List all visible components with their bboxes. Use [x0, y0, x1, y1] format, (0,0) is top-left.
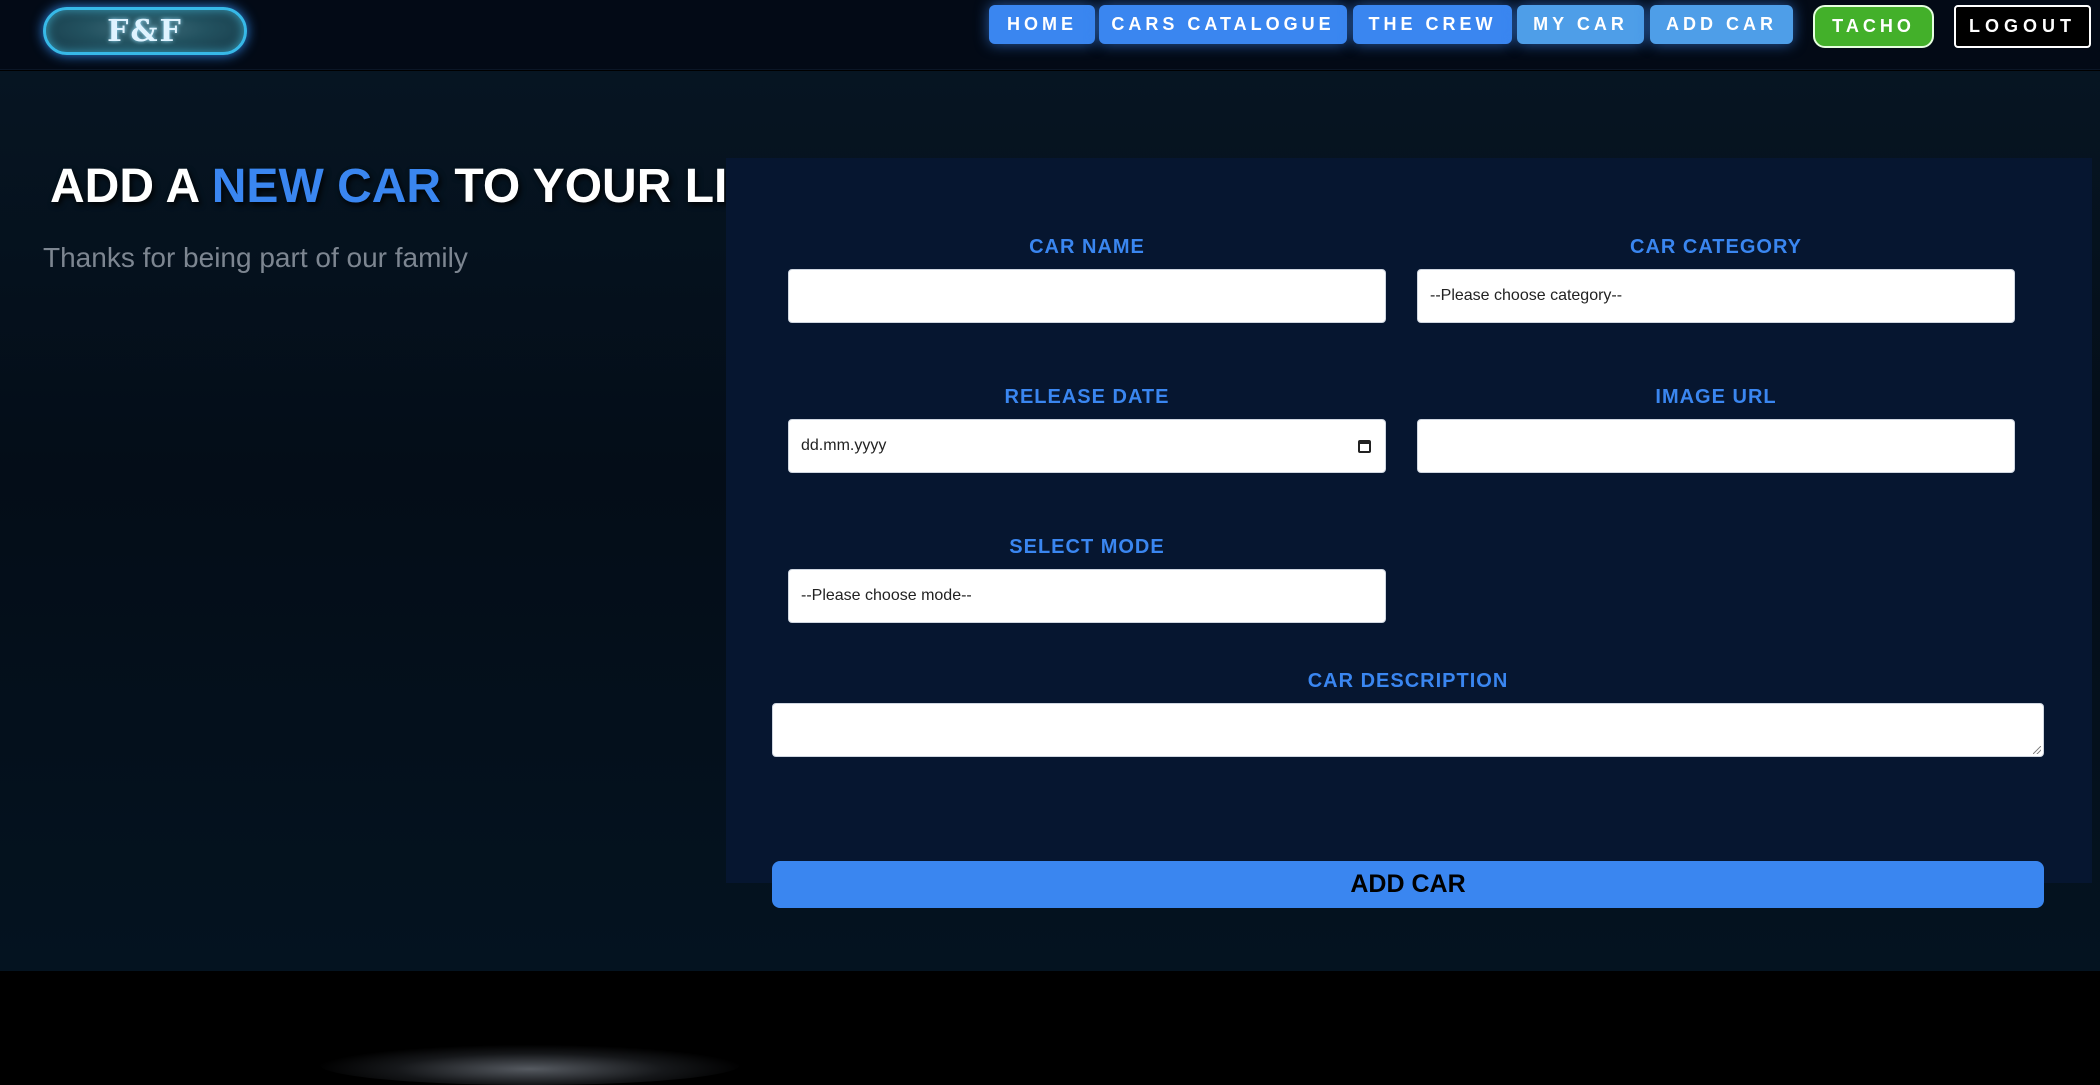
- tacho-button[interactable]: TACHO: [1813, 5, 1934, 48]
- add-car-submit-button[interactable]: ADD CAR: [772, 861, 2044, 908]
- release-date-placeholder: dd.mm.yyyy: [801, 437, 887, 454]
- car-category-selected-value: --Please choose category--: [1430, 287, 1623, 304]
- select-mode-select[interactable]: --Please choose mode--: [788, 569, 1386, 623]
- release-date-label: RELEASE DATE: [1004, 386, 1170, 408]
- car-category-select[interactable]: --Please choose category--: [1417, 269, 2015, 323]
- car-description-textarea[interactable]: [772, 703, 2044, 757]
- car-description-label: CAR DESCRIPTION: [1307, 670, 1509, 692]
- page-title-part1: ADD A: [50, 160, 212, 213]
- image-url-input[interactable]: [1417, 419, 2015, 473]
- release-date-input[interactable]: dd.mm.yyyy: [788, 419, 1386, 473]
- logo-text: F&F: [107, 13, 183, 49]
- select-mode-selected-value: --Please choose mode--: [801, 587, 972, 604]
- nav-my-car-button[interactable]: MY CAR: [1517, 5, 1644, 44]
- car-category-label: CAR CATEGORY: [1630, 236, 1802, 258]
- nav-add-car-button[interactable]: ADD CAR: [1650, 5, 1793, 44]
- nav-cars-catalogue-button[interactable]: CARS CATALOGUE: [1099, 5, 1347, 44]
- add-car-form: CAR NAME CAR CATEGORY --Please choose ca…: [726, 158, 2092, 883]
- image-url-label: IMAGE URL: [1655, 386, 1777, 408]
- select-mode-label: SELECT MODE: [1009, 536, 1165, 558]
- page-subtitle: Thanks for being part of our family: [43, 242, 468, 273]
- logout-button[interactable]: LOGOUT: [1954, 5, 2091, 48]
- footer-glow: [320, 1045, 740, 1085]
- page-title-accent: NEW CAR: [211, 160, 442, 213]
- nav-the-crew-button[interactable]: THE CREW: [1353, 5, 1512, 44]
- logo[interactable]: F&F: [43, 7, 247, 55]
- footer: [0, 971, 2100, 1085]
- main-section: ADD A NEW CAR TO YOUR LIST Thanks for be…: [0, 71, 2100, 971]
- top-navbar: F&F HOME CARS CATALOGUE THE CREW MY CAR …: [0, 0, 2100, 70]
- calendar-icon[interactable]: [1358, 440, 1371, 453]
- car-name-label: CAR NAME: [1029, 236, 1145, 258]
- car-name-input[interactable]: [788, 269, 1386, 323]
- page-title: ADD A NEW CAR TO YOUR LIST: [50, 159, 789, 214]
- nav-home-button[interactable]: HOME: [989, 5, 1095, 44]
- resize-handle-icon[interactable]: [2033, 746, 2041, 754]
